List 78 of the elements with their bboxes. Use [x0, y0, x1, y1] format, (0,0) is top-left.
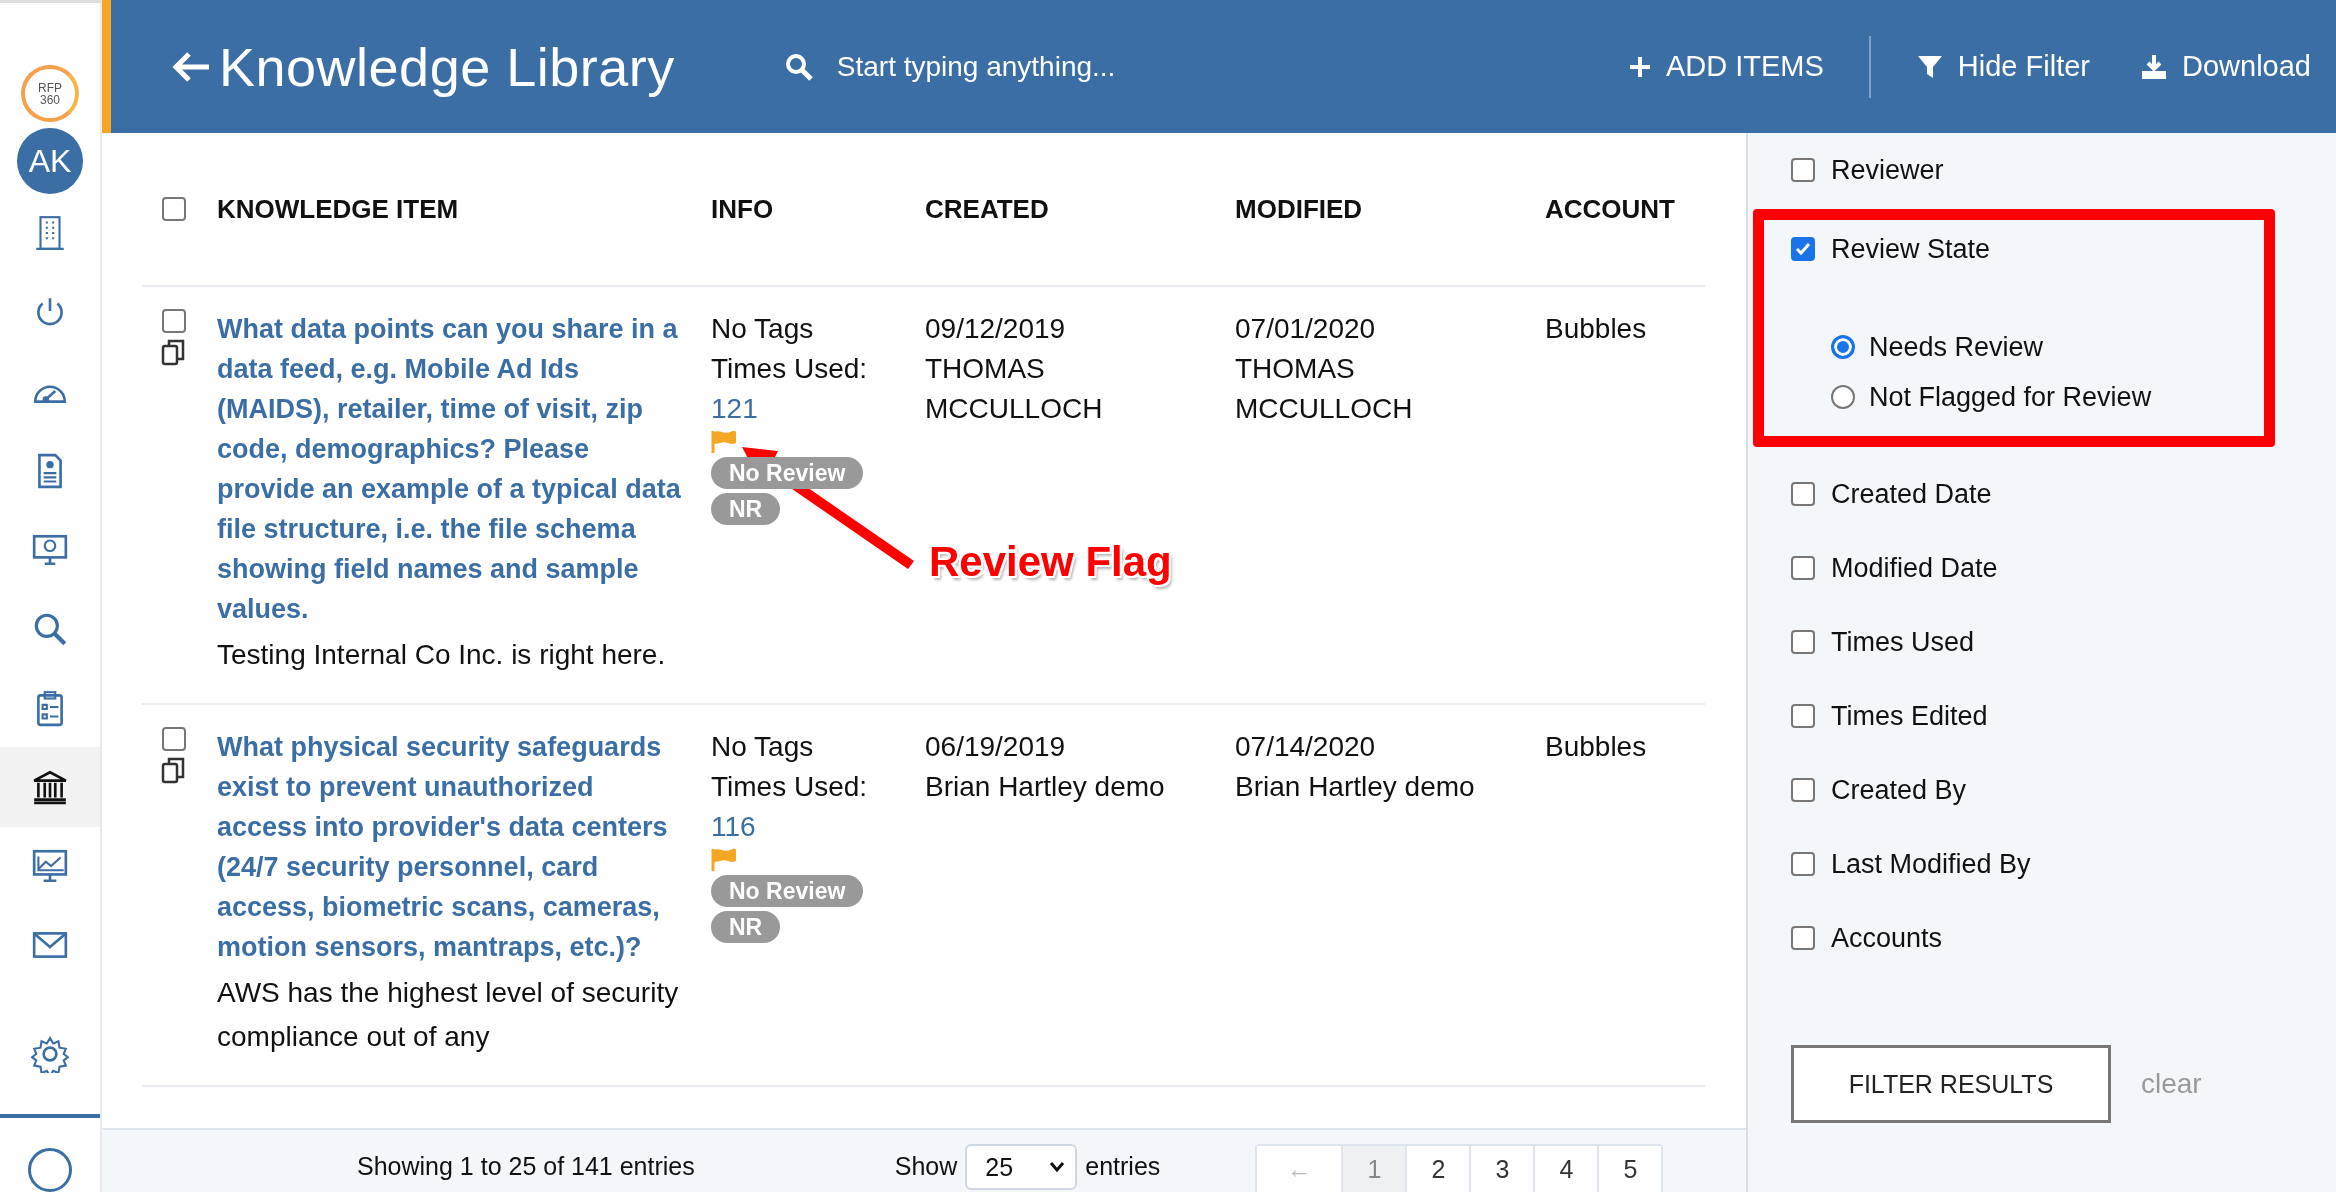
filter-option-label[interactable]: Accounts — [1831, 922, 1943, 954]
annotation-label: Review Flag — [929, 538, 1172, 586]
filter-checkbox[interactable] — [1791, 852, 1815, 876]
answer-text: Testing Internal Co Inc. is right here. — [217, 638, 667, 672]
header-action[interactable]: Download — [2115, 50, 2336, 83]
plus-icon — [1627, 54, 1652, 79]
created-date: 09/12/2019 — [925, 312, 1067, 346]
filter-option-label[interactable]: Last Modified By — [1831, 848, 2031, 880]
modified-date: 07/01/2020 — [1235, 312, 1377, 346]
question-link[interactable]: What data points can you share in a data feed, e.g. Mobile Ad Ids (MAIDS), retailer, time of visit, zip code, demographics? Please provide an example of a typical data file structure, i.e. the file schema showing field names and sample values. — [217, 309, 711, 629]
created-date: 06/19/2019 — [925, 730, 1067, 764]
copy-icon[interactable] — [161, 339, 187, 367]
gear-icon — [31, 1035, 69, 1074]
filter-results-button[interactable]: FILTER RESULTS — [1791, 1045, 2111, 1123]
review-badge: NR — [711, 493, 781, 525]
search-field[interactable]: Start typing anything... — [784, 49, 1345, 84]
copy-icon[interactable] — [161, 757, 187, 785]
entries-label: entries — [1085, 1151, 1161, 1182]
show-label: Show — [894, 1151, 958, 1182]
account-name: Bubbles — [1545, 313, 1647, 344]
entries-summary: Showing 1 to 25 of 141 entries — [357, 1151, 695, 1182]
column-header[interactable]: MODIFIED — [1235, 193, 1363, 225]
filter-option-label[interactable]: Modified Date — [1831, 552, 1998, 584]
sidebar-item[interactable] — [0, 747, 100, 827]
column-header[interactable]: ACCOUNT — [1545, 193, 1675, 225]
filter-checkbox[interactable] — [1791, 926, 1815, 950]
radio-label[interactable]: Needs Review — [1869, 331, 2044, 363]
created-by: THOMAS MCCULLOCH — [925, 352, 1104, 426]
filter-checkbox[interactable] — [1791, 704, 1815, 728]
times-used-count: 116 — [711, 810, 756, 844]
modified-by: THOMAS MCCULLOCH — [1235, 352, 1414, 426]
user-avatar[interactable]: AK — [17, 128, 83, 194]
filter-checkbox[interactable] — [1791, 158, 1815, 182]
filter-checkbox[interactable] — [1791, 778, 1815, 802]
row-checkbox[interactable] — [162, 309, 186, 333]
page-size-select[interactable]: 25 — [965, 1144, 1078, 1190]
header-action[interactable]: Hide Filter — [1890, 50, 2115, 83]
filter-option-label[interactable]: Times Edited — [1831, 700, 1988, 732]
tags-text: No Tags — [711, 312, 814, 346]
page-button[interactable]: 5 — [1597, 1146, 1662, 1192]
radio-button[interactable] — [1831, 335, 1855, 359]
filter-option-label[interactable]: Review State — [1831, 233, 1991, 265]
filter-option-label[interactable]: Created Date — [1831, 478, 1992, 510]
column-header[interactable]: KNOWLEDGE ITEM — [217, 193, 459, 225]
times-used-label: Times Used: — [711, 770, 868, 804]
radio-button[interactable] — [1831, 385, 1855, 409]
account-name: Bubbles — [1545, 731, 1647, 762]
times-used-label: Times Used: — [711, 352, 868, 386]
tags-text: No Tags — [711, 730, 814, 764]
row-checkbox[interactable] — [162, 727, 186, 751]
select-all-checkbox[interactable] — [162, 197, 186, 221]
circle-icon[interactable] — [28, 1147, 72, 1192]
search-icon — [784, 52, 813, 81]
question-link[interactable]: What physical security safeguards exist to prevent unauthorized access into provider's data centers (24/7 security personnel, card access, biometric scans, cameras, motion sensors, mantraps, etc.)? — [217, 727, 711, 967]
filter-option-label[interactable]: Reviewer — [1831, 154, 1944, 186]
review-badge: No Review — [711, 457, 864, 489]
filter-checkbox[interactable] — [1791, 630, 1815, 654]
review-badge: NR — [711, 911, 781, 943]
column-header[interactable]: INFO — [711, 193, 774, 225]
chevron-icon — [1049, 1161, 1066, 1173]
bank-icon — [31, 768, 69, 807]
logo[interactable]: RFP 360 — [21, 65, 79, 123]
column-header[interactable]: CREATED — [925, 193, 1049, 225]
filter-checkbox[interactable] — [1791, 237, 1815, 261]
filter-option-label[interactable]: Created By — [1831, 774, 1967, 806]
review-badge: No Review — [711, 875, 864, 907]
modified-date: 07/14/2020 — [1235, 730, 1377, 764]
filter-option-label[interactable]: Times Used — [1831, 626, 1975, 658]
created-by: Brian Hartley demo — [925, 770, 1166, 804]
download-icon — [2140, 52, 2168, 81]
radio-label[interactable]: Not Flagged for Review — [1869, 381, 2152, 413]
header-action[interactable]: ADD ITEMS — [1602, 50, 1849, 83]
page-title: Knowledge Library — [219, 35, 675, 98]
filter-checkbox[interactable] — [1791, 556, 1815, 580]
modified-by: Brian Hartley demo — [1235, 770, 1476, 804]
filter-checkbox[interactable] — [1791, 482, 1815, 506]
times-used-count: 121 — [711, 392, 758, 426]
answer-text: AWS has the highest level of security compliance out of any — [217, 976, 680, 1054]
